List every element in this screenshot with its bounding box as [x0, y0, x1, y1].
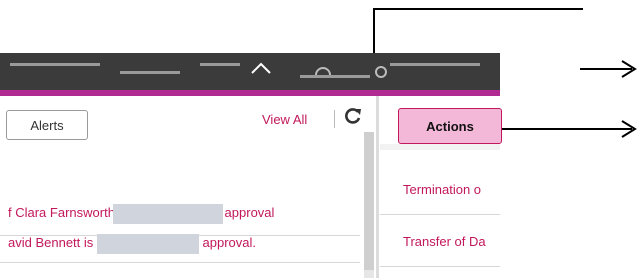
alert-item-2-suffix: approval.: [202, 235, 257, 250]
top-navigation-bar: [0, 53, 500, 93]
alert-item-2[interactable]: avid Bennett is approval.: [0, 220, 360, 263]
alert-item-1-suffix: approval: [224, 205, 275, 220]
scroll-thumb[interactable]: [364, 132, 374, 270]
actions-tab[interactable]: Actions: [398, 108, 502, 144]
arrow-right-icon: [580, 60, 637, 78]
alerts-tab[interactable]: Alerts: [6, 110, 88, 140]
panel-divider: [376, 96, 379, 278]
action-item-1-text: Termination o: [403, 182, 482, 197]
view-all-link[interactable]: View All: [262, 112, 307, 127]
redacted-block-2: [96, 233, 199, 254]
annotation-line-top: [373, 8, 583, 10]
refresh-icon[interactable]: [343, 106, 363, 126]
home-icon[interactable]: [250, 61, 272, 83]
action-item-1[interactable]: Termination o: [380, 166, 500, 215]
alerts-tab-label: Alerts: [30, 117, 64, 133]
alert-item-2-text: avid Bennett is: [8, 235, 94, 250]
actions-header-separator: [380, 144, 500, 150]
actions-tab-label: Actions: [426, 118, 474, 134]
alert-item-1-text: f Clara Farnsworth: [8, 205, 115, 220]
alerts-scrollbar[interactable]: [364, 132, 374, 278]
settings-icon[interactable]: [370, 61, 392, 83]
action-item-2[interactable]: Transfer of Da: [380, 218, 500, 267]
action-item-2-text: Transfer of Da: [403, 234, 486, 249]
toolbar-divider: [334, 110, 335, 128]
arrow-right-icon-2: [621, 120, 637, 138]
screenshot-canvas: Alerts View All f Clara Farnsworth appro…: [0, 0, 641, 278]
annotation-line-vertical: [373, 8, 375, 58]
notification-icon[interactable]: [312, 61, 334, 83]
